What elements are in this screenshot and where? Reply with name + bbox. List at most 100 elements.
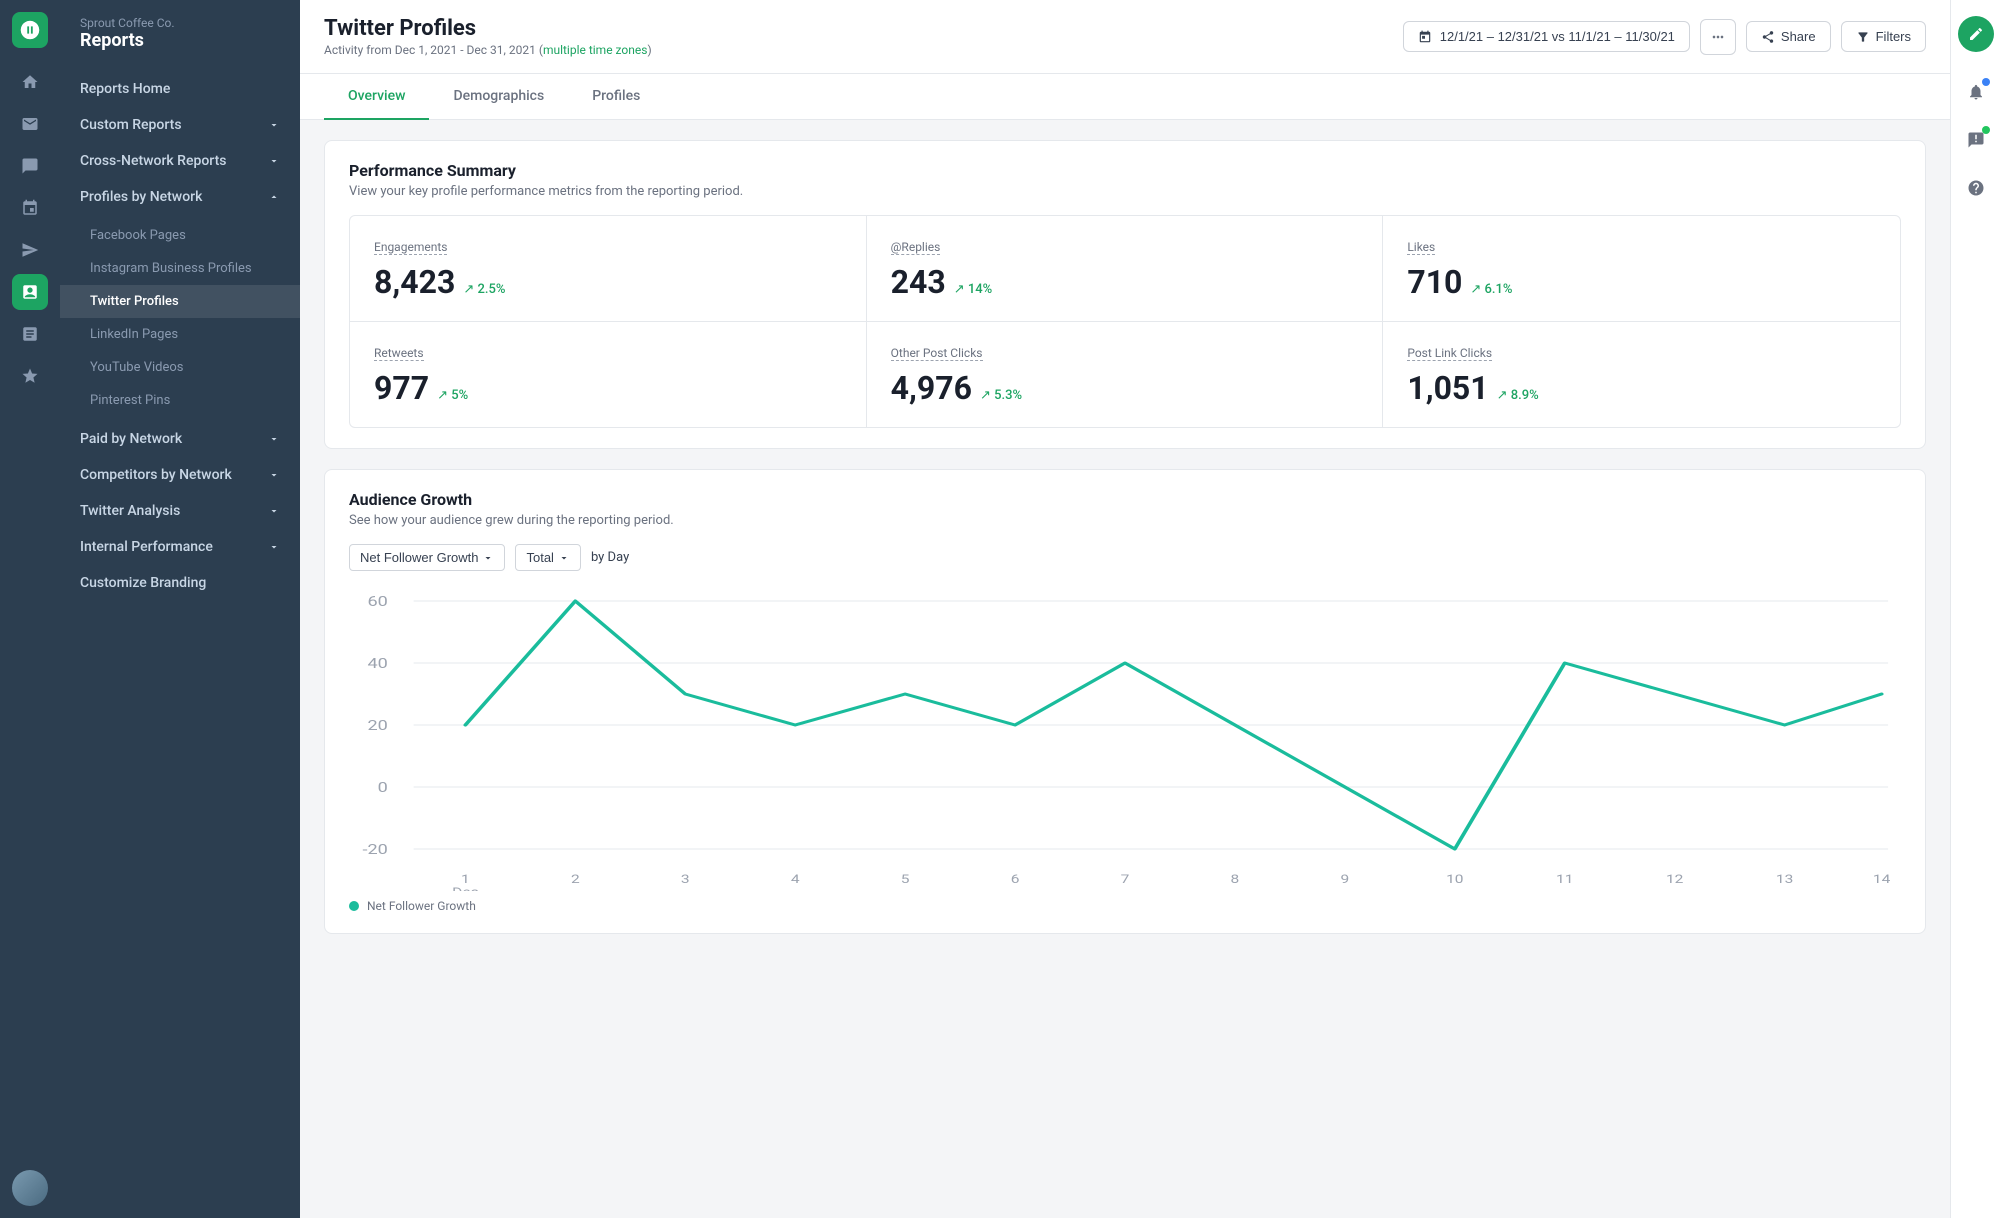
metric-engagements: Engagements 8,423 2.5% — [350, 216, 867, 322]
nav-automation-icon[interactable] — [12, 316, 48, 352]
metric-other-post-clicks: Other Post Clicks 4,976 5.3% — [867, 322, 1384, 427]
sidebar-item-paid-by-network[interactable]: Paid by Network — [60, 421, 300, 457]
nav-reports-icon[interactable] — [12, 274, 48, 310]
sidebar-item-custom-reports[interactable]: Custom Reports — [60, 107, 300, 143]
sidebar-subitem-twitter[interactable]: Twitter Profiles — [60, 285, 300, 318]
metric-post-link-clicks: Post Link Clicks 1,051 8.9% — [1383, 322, 1900, 427]
sidebar-subitem-youtube[interactable]: YouTube Videos — [60, 351, 300, 384]
filters-button[interactable]: Filters — [1841, 21, 1926, 52]
user-avatar[interactable] — [12, 1170, 48, 1206]
svg-text:-20: -20 — [362, 841, 387, 857]
cards-area: Performance Summary View your key profil… — [300, 120, 1950, 954]
metric-dropdown[interactable]: Net Follower Growth — [349, 544, 505, 571]
nav-inbox-icon[interactable] — [12, 106, 48, 142]
chevron-down-icon — [268, 541, 280, 553]
metric-engagements-value: 8,423 2.5% — [374, 263, 842, 301]
svg-text:8: 8 — [1231, 873, 1240, 887]
legend-dot — [349, 901, 359, 911]
audience-growth-chart: 60 40 20 0 -20 1 Dec 2 — [349, 591, 1901, 891]
feedback-badge — [1982, 126, 1990, 134]
svg-text:3: 3 — [681, 873, 690, 887]
tab-profiles[interactable]: Profiles — [568, 74, 664, 120]
app-logo[interactable] — [12, 12, 48, 48]
date-range-button[interactable]: 12/1/21 – 12/31/21 vs 11/1/21 – 11/30/21 — [1403, 21, 1690, 52]
svg-text:9: 9 — [1341, 873, 1350, 887]
nav-star-icon[interactable] — [12, 358, 48, 394]
audience-growth-card: Audience Growth See how your audience gr… — [324, 469, 1926, 934]
metric-post-link-clicks-label: Post Link Clicks — [1407, 346, 1492, 361]
compose-button[interactable] — [1958, 16, 1994, 52]
sidebar-item-twitter-analysis[interactable]: Twitter Analysis — [60, 493, 300, 529]
metric-likes-value: 710 6.1% — [1407, 263, 1876, 301]
metric-retweets-label: Retweets — [374, 346, 424, 361]
company-name: Sprout Coffee Co. — [80, 16, 280, 30]
svg-text:20: 20 — [367, 717, 387, 733]
svg-text:12: 12 — [1666, 873, 1684, 887]
by-day-label: by Day — [591, 550, 629, 565]
metric-other-post-clicks-label: Other Post Clicks — [891, 346, 983, 361]
share-button[interactable]: Share — [1746, 21, 1831, 52]
sidebar-subitem-pinterest[interactable]: Pinterest Pins — [60, 384, 300, 417]
timezone-link[interactable]: multiple time zones — [543, 43, 648, 57]
svg-text:Dec: Dec — [452, 886, 479, 891]
metric-post-link-clicks-change: 8.9% — [1497, 388, 1539, 403]
more-options-button[interactable] — [1700, 19, 1736, 55]
svg-text:4: 4 — [791, 873, 800, 887]
sidebar-item-internal-performance[interactable]: Internal Performance — [60, 529, 300, 565]
sidebar-subitem-linkedin[interactable]: LinkedIn Pages — [60, 318, 300, 351]
notifications-icon[interactable] — [1960, 76, 1992, 108]
sidebar-subitem-facebook[interactable]: Facebook Pages — [60, 219, 300, 252]
chart-svg: 60 40 20 0 -20 1 Dec 2 — [349, 591, 1901, 891]
performance-summary-card: Performance Summary View your key profil… — [324, 140, 1926, 449]
metric-retweets-change: 5% — [437, 388, 468, 403]
chart-controls: Net Follower Growth Total by Day — [349, 544, 1901, 571]
chevron-up-icon — [268, 191, 280, 203]
help-icon[interactable] — [1960, 172, 1992, 204]
sidebar-item-reports-home[interactable]: Reports Home — [60, 71, 300, 107]
nav-pin-icon[interactable] — [12, 190, 48, 226]
compose-icon — [1968, 26, 1984, 42]
performance-summary-subtitle: View your key profile performance metric… — [349, 184, 1901, 199]
metric-dropdown-label: Net Follower Growth — [360, 550, 478, 565]
sidebar-app-title: Sprout Coffee Co. Reports — [60, 16, 300, 71]
audience-growth-subtitle: See how your audience grew during the re… — [349, 513, 1901, 528]
filters-label: Filters — [1876, 29, 1911, 44]
metric-post-link-clicks-value: 1,051 8.9% — [1407, 369, 1876, 407]
metric-likes-label: Likes — [1407, 240, 1435, 255]
metric-replies-label: @Replies — [891, 240, 941, 255]
total-dropdown[interactable]: Total — [515, 544, 580, 571]
sidebar-item-customize-branding[interactable]: Customize Branding — [60, 565, 300, 601]
tab-overview[interactable]: Overview — [324, 74, 429, 120]
header-right: 12/1/21 – 12/31/21 vs 11/1/21 – 11/30/21… — [1403, 19, 1926, 55]
share-label: Share — [1781, 29, 1816, 44]
svg-text:60: 60 — [367, 593, 387, 609]
metrics-grid: Engagements 8,423 2.5% @Replies 243 14% — [349, 215, 1901, 428]
sidebar-subitem-instagram[interactable]: Instagram Business Profiles — [60, 252, 300, 285]
metric-likes-change: 6.1% — [1470, 282, 1512, 297]
sidebar-item-cross-network[interactable]: Cross-Network Reports — [60, 143, 300, 179]
nav-publish-icon[interactable] — [12, 232, 48, 268]
chevron-down-icon — [268, 433, 280, 445]
tab-demographics[interactable]: Demographics — [429, 74, 568, 120]
metric-retweets: Retweets 977 5% — [350, 322, 867, 427]
performance-summary-title: Performance Summary — [349, 161, 1901, 180]
sidebar: Sprout Coffee Co. Reports Reports Home C… — [60, 0, 300, 1218]
chevron-down-icon — [482, 552, 494, 564]
chart-legend: Net Follower Growth — [349, 899, 1901, 913]
main-area: Twitter Profiles Activity from Dec 1, 20… — [300, 0, 1950, 1218]
profiles-submenu: Facebook Pages Instagram Business Profil… — [60, 215, 300, 421]
header-left: Twitter Profiles Activity from Dec 1, 20… — [324, 16, 652, 57]
metric-other-post-clicks-value: 4,976 5.3% — [891, 369, 1359, 407]
svg-text:1: 1 — [461, 873, 470, 887]
page-title: Twitter Profiles — [324, 16, 652, 41]
nav-messages-icon[interactable] — [12, 148, 48, 184]
metric-replies-change: 14% — [954, 282, 992, 297]
feedback-icon[interactable] — [1960, 124, 1992, 156]
nav-home-icon[interactable] — [12, 64, 48, 100]
question-icon — [1967, 179, 1985, 197]
svg-text:13: 13 — [1776, 873, 1793, 887]
sidebar-item-profiles-by-network[interactable]: Profiles by Network — [60, 179, 300, 215]
icon-rail — [0, 0, 60, 1218]
metric-engagements-label: Engagements — [374, 240, 447, 255]
sidebar-item-competitors-by-network[interactable]: Competitors by Network — [60, 457, 300, 493]
